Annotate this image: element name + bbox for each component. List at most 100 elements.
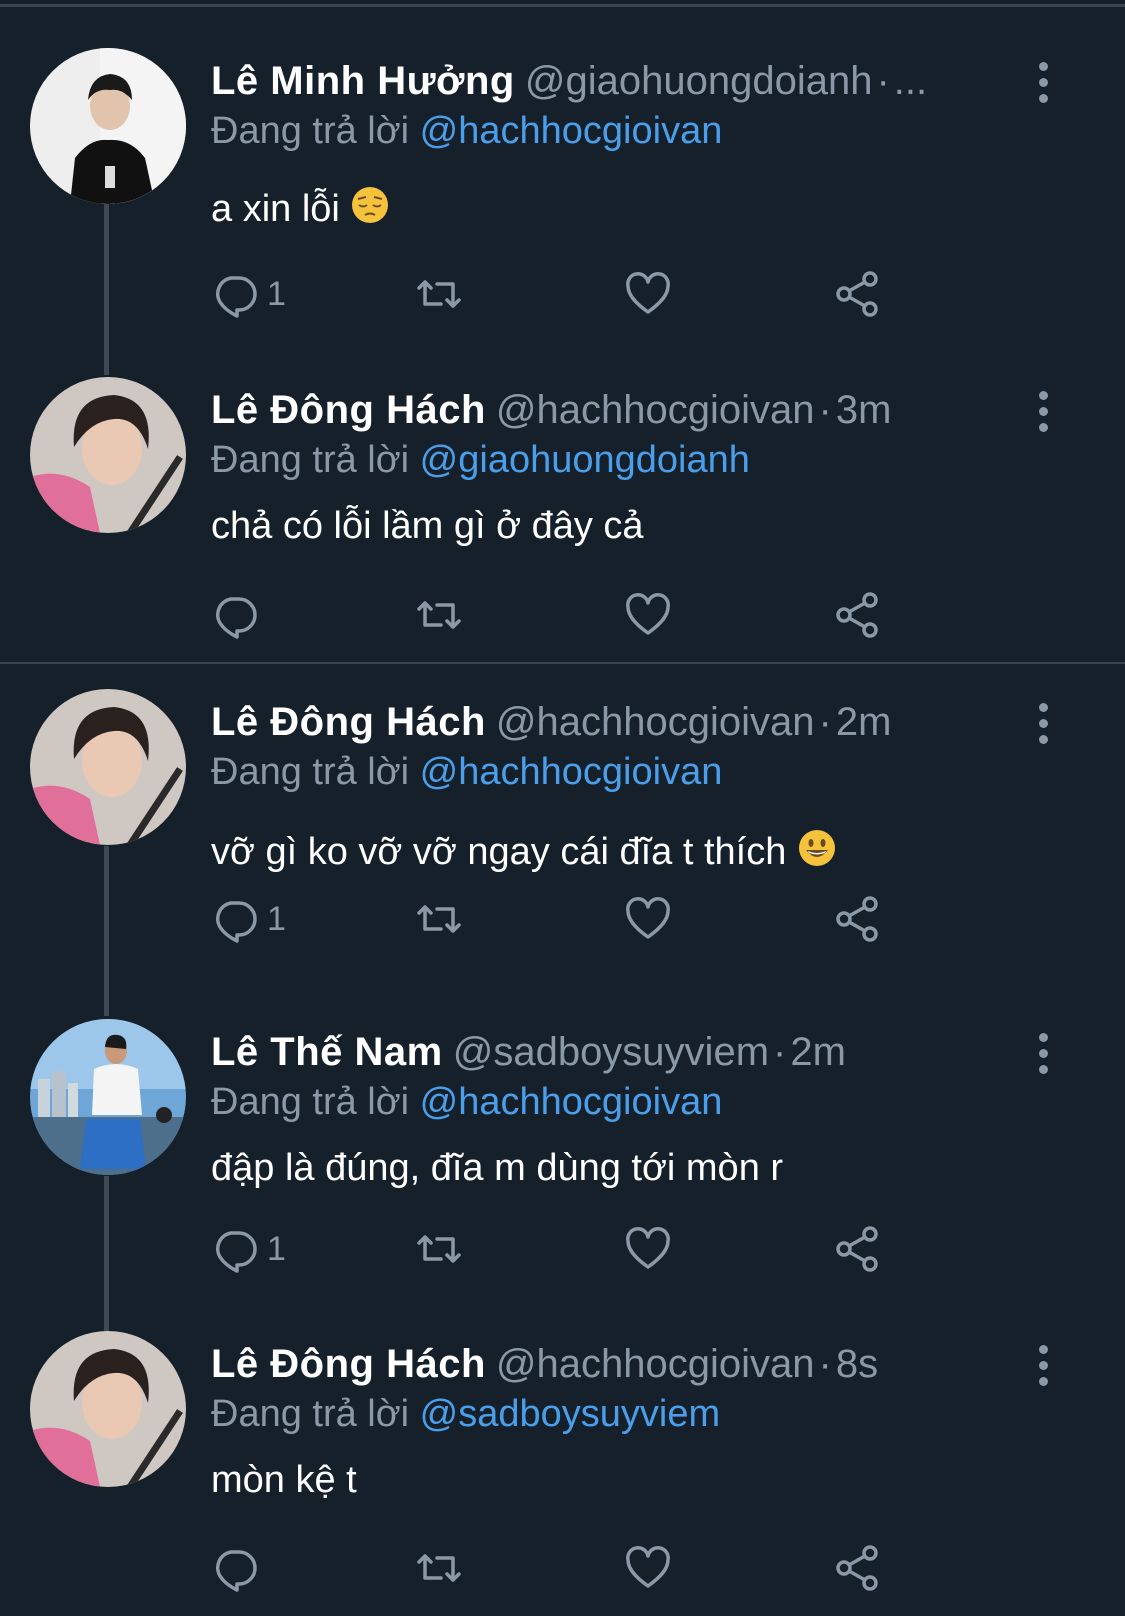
username[interactable]: @hachhocgioivan <box>496 700 815 744</box>
smiling-face-emoji-icon <box>798 830 835 866</box>
reply-icon <box>215 1550 257 1592</box>
display-name[interactable]: Lê Thế Nam <box>211 1030 443 1074</box>
replying-to: Đang trả lời @hachhocgioivan <box>211 106 722 156</box>
mention-link[interactable]: @hachhocgioivan <box>420 1081 723 1123</box>
share-button[interactable] <box>834 894 882 944</box>
tweet-actions: 1 <box>211 894 911 944</box>
username[interactable]: @sadboysuyviem <box>453 1030 769 1074</box>
username[interactable]: @hachhocgioivan <box>496 388 815 432</box>
like-button[interactable] <box>624 1543 672 1593</box>
tweet-text-content: vỡ gì ko vỡ vỡ ngay cái đĩa t thích <box>211 831 787 873</box>
replying-to-label: Đang trả lời <box>211 110 410 152</box>
share-icon <box>836 1226 878 1272</box>
tweet-text-content: đập là đúng, đĩa m dùng tới mòn r <box>211 1147 784 1189</box>
reply-count: 1 <box>267 274 286 313</box>
reply-button[interactable]: 1 <box>211 269 286 319</box>
reply-count: 1 <box>267 1229 286 1268</box>
share-icon <box>836 1545 878 1591</box>
more-vertical-icon[interactable] <box>1034 62 1054 103</box>
more-vertical-icon[interactable] <box>1034 1033 1054 1074</box>
replying-to-label: Đang trả lời <box>211 1393 410 1435</box>
reply-button[interactable]: 1 <box>211 1224 286 1274</box>
avatar[interactable] <box>30 689 186 845</box>
mention-link[interactable]: @sadboysuyviem <box>420 1393 720 1435</box>
like-button[interactable] <box>624 269 672 319</box>
replying-to: Đang trả lời @hachhocgioivan <box>211 1077 722 1127</box>
thread-connector <box>104 1176 109 1338</box>
like-button[interactable] <box>624 1224 672 1274</box>
tweet-text-content: a xin lỗi <box>211 188 340 230</box>
retweet-icon <box>417 280 461 308</box>
retweet-icon <box>417 1554 461 1582</box>
avatar[interactable] <box>30 377 186 533</box>
heart-icon <box>626 1546 670 1588</box>
tweet-header: Lê Đông Hách @hachhocgioivan · 2m <box>211 697 891 747</box>
reply-icon <box>215 901 257 943</box>
retweet-button[interactable] <box>415 1543 463 1593</box>
avatar[interactable] <box>30 1331 186 1487</box>
separator-dot: · <box>876 59 890 103</box>
tweet-header: Lê Thế Nam @sadboysuyviem · 2m <box>211 1027 846 1077</box>
replying-to: Đang trả lời @giaohuongdoianh <box>211 435 750 485</box>
tweet-actions: 1 <box>211 1224 911 1274</box>
tweet-text: vỡ gì ko vỡ vỡ ngay cái đĩa t thích <box>211 827 837 877</box>
retweet-button[interactable] <box>415 894 463 944</box>
replying-to-label: Đang trả lời <box>211 439 410 481</box>
display-name[interactable]: Lê Đông Hách <box>211 1342 486 1386</box>
heart-icon <box>626 272 670 314</box>
tweet-text-content: chả có lỗi lầm gì ở đây cả <box>211 505 644 547</box>
timestamp: 8s <box>835 1342 879 1386</box>
mention-link[interactable]: @giaohuongdoianh <box>420 439 750 481</box>
avatar-image <box>30 377 186 533</box>
tweet-actions: 1 <box>211 269 911 319</box>
more-vertical-icon[interactable] <box>1034 1345 1054 1386</box>
reply-button[interactable]: 1 <box>211 894 286 944</box>
share-icon <box>836 592 878 638</box>
username[interactable]: @giaohuongdoianh <box>525 59 873 103</box>
top-divider <box>0 4 1125 7</box>
share-button[interactable] <box>834 1543 882 1593</box>
username[interactable]: @hachhocgioivan <box>496 1342 815 1386</box>
replying-to-label: Đang trả lời <box>211 1081 410 1123</box>
tweet-header: Lê Minh Hưởng @giaohuongdoianh ·... <box>211 56 927 106</box>
avatar-image <box>30 48 186 204</box>
retweet-button[interactable] <box>415 590 463 640</box>
reply-button[interactable] <box>211 1543 267 1593</box>
more-vertical-icon[interactable] <box>1034 391 1054 432</box>
share-icon <box>836 896 878 942</box>
timestamp: 2m <box>790 1030 846 1074</box>
replying-to: Đang trả lời @sadboysuyviem <box>211 1389 720 1439</box>
tweet-actions <box>211 590 911 640</box>
thread-connector <box>104 846 109 1016</box>
reply-button[interactable] <box>211 590 267 640</box>
share-button[interactable] <box>834 269 882 319</box>
reply-icon <box>215 597 257 639</box>
timestamp: 2m <box>835 700 892 744</box>
retweet-icon <box>417 905 461 933</box>
share-button[interactable] <box>834 1224 882 1274</box>
like-button[interactable] <box>624 894 672 944</box>
avatar[interactable] <box>30 48 186 204</box>
display-name[interactable]: Lê Đông Hách <box>211 700 486 744</box>
avatar-image <box>30 689 186 845</box>
display-name[interactable]: Lê Minh Hưởng <box>211 59 515 103</box>
reply-icon <box>215 276 257 318</box>
more-vertical-icon[interactable] <box>1034 703 1054 744</box>
tweet-text: a xin lỗi <box>211 184 390 234</box>
retweet-button[interactable] <box>415 269 463 319</box>
mention-link[interactable]: @hachhocgioivan <box>420 751 723 793</box>
tweet-text-content: mòn kệ t <box>211 1459 357 1501</box>
avatar[interactable] <box>30 1019 186 1175</box>
mention-link[interactable]: @hachhocgioivan <box>420 110 723 152</box>
retweet-button[interactable] <box>415 1224 463 1274</box>
share-button[interactable] <box>834 590 882 640</box>
display-name[interactable]: Lê Đông Hách <box>211 388 486 432</box>
heart-icon <box>626 1227 670 1269</box>
replying-to-label: Đang trả lời <box>211 751 410 793</box>
separator-dot: · <box>773 1030 787 1074</box>
separator-dot: · <box>818 388 832 432</box>
retweet-icon <box>417 1235 461 1263</box>
like-button[interactable] <box>624 590 672 640</box>
avatar-image <box>30 1019 186 1175</box>
conversation-divider <box>0 662 1125 664</box>
